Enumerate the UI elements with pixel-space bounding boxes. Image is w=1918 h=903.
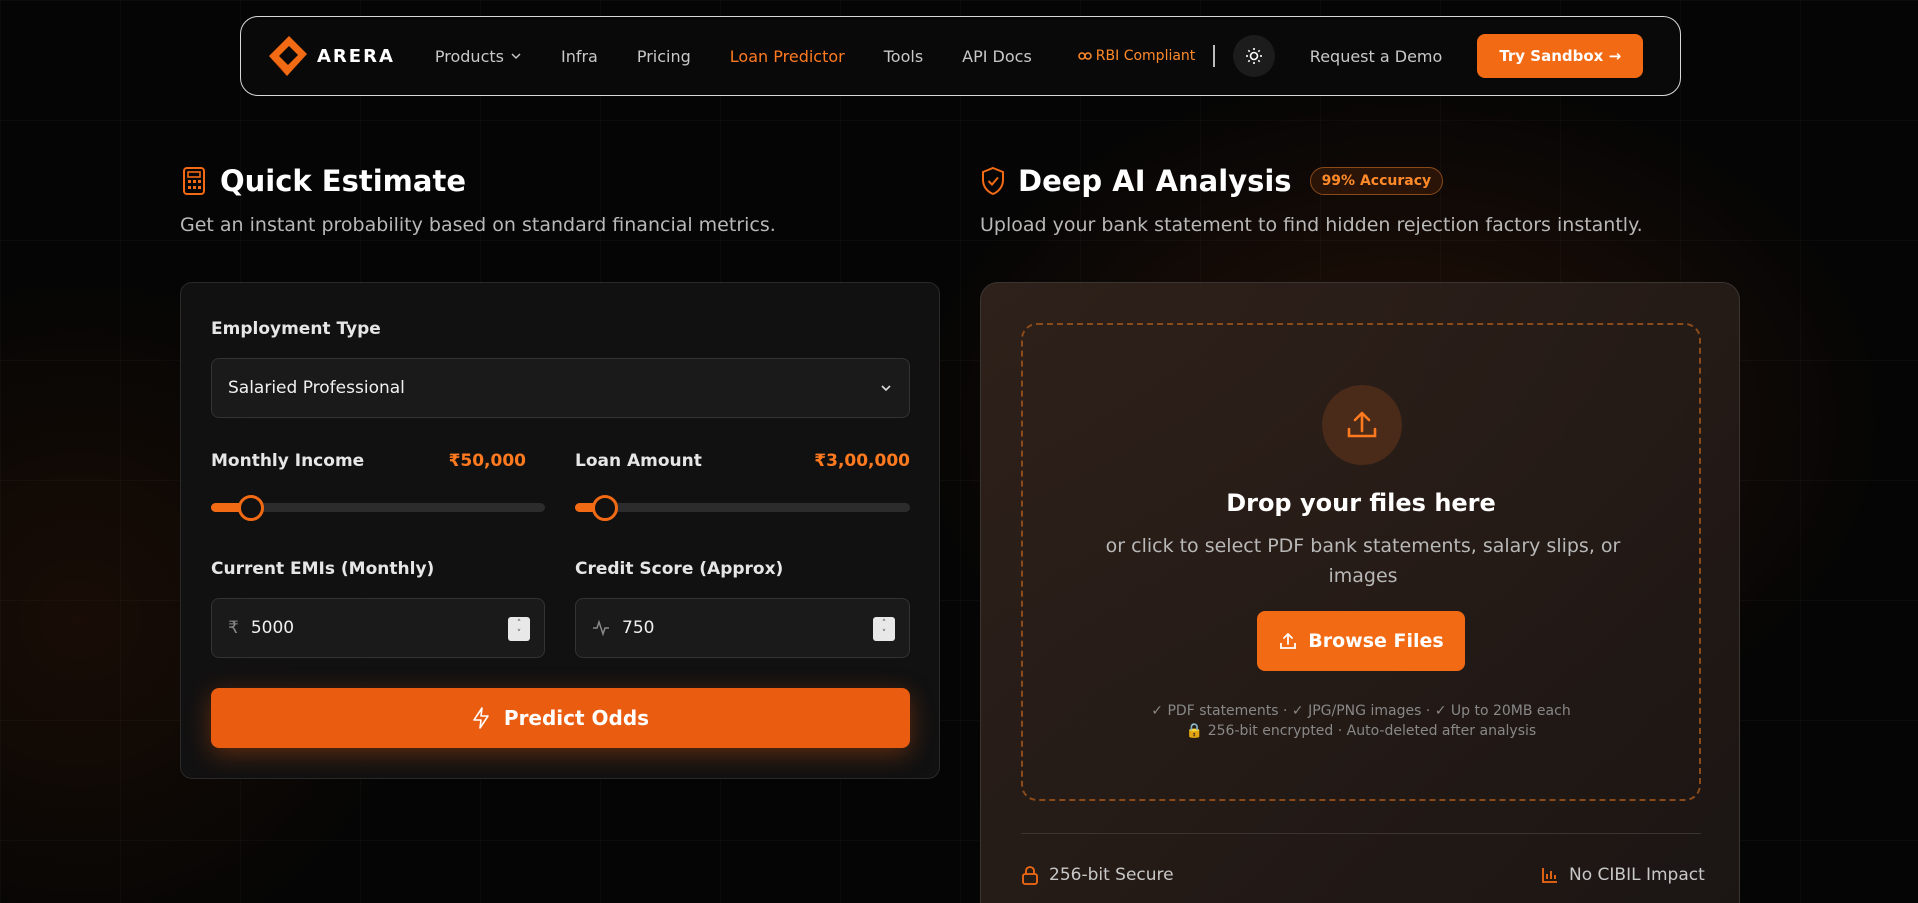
deep-analysis-title: Deep AI Analysis [1018,164,1292,198]
rbi-compliant-badge: RBI Compliant [1078,48,1196,64]
rupee-icon: ₹ [228,618,239,638]
quick-estimate-card: Employment Type Salaried Professional Mo… [180,282,940,779]
loan-amount-slider[interactable] [575,495,910,521]
file-dropzone[interactable]: Drop your files here or click to select … [1021,323,1701,801]
supported-formats-note: ✓ PDF statements · ✓ JPG/PNG images · ✓ … [1151,703,1571,719]
quick-estimate-heading: Quick Estimate [180,164,466,198]
drop-subtitle: or click to select PDF bank statements, … [1105,535,1621,587]
top-nav: ARERA Products Infra Pricing Loan Predic… [240,16,1681,96]
loan-amount-label: Loan Amount [575,451,702,471]
credit-spinner[interactable]: ˄ ˅ [873,617,895,641]
credit-score-input[interactable]: 750 ˄ ˅ [575,598,910,658]
nav-infra[interactable]: Infra [561,47,598,66]
bar-chart-icon [1542,868,1557,883]
accuracy-badge: 99% Accuracy [1309,167,1444,195]
theme-toggle-button[interactable] [1232,35,1275,77]
quick-estimate-title: Quick Estimate [220,164,467,198]
card-divider [1021,833,1701,834]
logo-icon [269,36,307,76]
monthly-income-slider-thumb[interactable] [238,495,264,521]
quick-estimate-subtitle: Get an instant probability based on stan… [180,214,776,236]
monthly-income-value: ₹50,000 [448,451,526,471]
credit-score-label: Credit Score (Approx) [575,559,784,579]
lightning-icon [473,707,489,729]
chevron-down-icon [881,385,891,392]
current-emis-label: Current EMIs (Monthly) [211,559,435,579]
chevron-down-icon [511,53,521,60]
cibil-feature: No CIBIL Impact [1541,865,1705,885]
upload-icon-circle [1322,385,1402,465]
upload-icon [1280,633,1297,649]
employment-type-value: Salaried Professional [228,378,405,398]
employment-type-select[interactable]: Salaried Professional [211,358,910,418]
loan-amount-value: ₹3,00,000 [814,451,910,471]
current-emis-input[interactable]: ₹ 5000 ˄ ˅ [211,598,545,658]
brand-name: ARERA [317,45,395,67]
lock-icon: 🔒 [1185,723,1204,739]
current-emis-value: 5000 [250,618,295,638]
emi-spinner[interactable]: ˄ ˅ [508,617,530,641]
browse-files-label: Browse Files [1308,630,1444,652]
monthly-income-label: Monthly Income [211,451,365,471]
activity-icon [593,620,609,636]
brand-logo[interactable]: ARERA [265,34,395,78]
sun-icon [1245,48,1262,64]
deep-analysis-subtitle: Upload your bank statement to find hidde… [980,214,1643,236]
encryption-note-text: 256-bit encrypted · Auto-deleted after a… [1207,723,1537,739]
encryption-note: 🔒 256-bit encrypted · Auto-deleted after… [1023,723,1699,739]
monthly-income-slider[interactable] [211,495,545,521]
lock-icon [1022,866,1038,885]
nav-pricing[interactable]: Pricing [637,47,691,66]
nav-divider [1213,45,1215,67]
nav-products[interactable]: Products [435,47,522,66]
handshake-icon [1078,52,1092,60]
deep-analysis-heading: Deep AI Analysis 99% Accuracy [980,164,1444,198]
deep-analysis-card: Drop your files here or click to select … [980,282,1740,903]
nav-api-docs[interactable]: API Docs [962,47,1032,66]
secure-label: 256-bit Secure [1049,865,1174,885]
loan-amount-slider-thumb[interactable] [592,495,618,521]
nav-tools[interactable]: Tools [884,47,923,66]
shield-check-icon [982,166,1004,196]
browse-files-button[interactable]: Browse Files [1257,611,1465,671]
request-demo-link[interactable]: Request a Demo [1310,47,1443,66]
try-sandbox-button[interactable]: Try Sandbox → [1477,34,1644,78]
upload-icon [1347,411,1377,438]
predict-odds-button[interactable]: Predict Odds [211,688,910,748]
nav-products-label: Products [434,46,504,66]
cibil-label: No CIBIL Impact [1569,865,1705,885]
calculator-icon [183,167,205,195]
rbi-label: RBI Compliant [1095,48,1196,64]
nav-loan-predictor[interactable]: Loan Predictor [730,47,845,66]
predict-odds-label: Predict Odds [503,706,650,730]
drop-title: Drop your files here [1226,489,1496,517]
employment-type-label: Employment Type [211,319,381,339]
secure-feature: 256-bit Secure [1021,865,1174,885]
credit-score-value: 750 [622,618,655,638]
